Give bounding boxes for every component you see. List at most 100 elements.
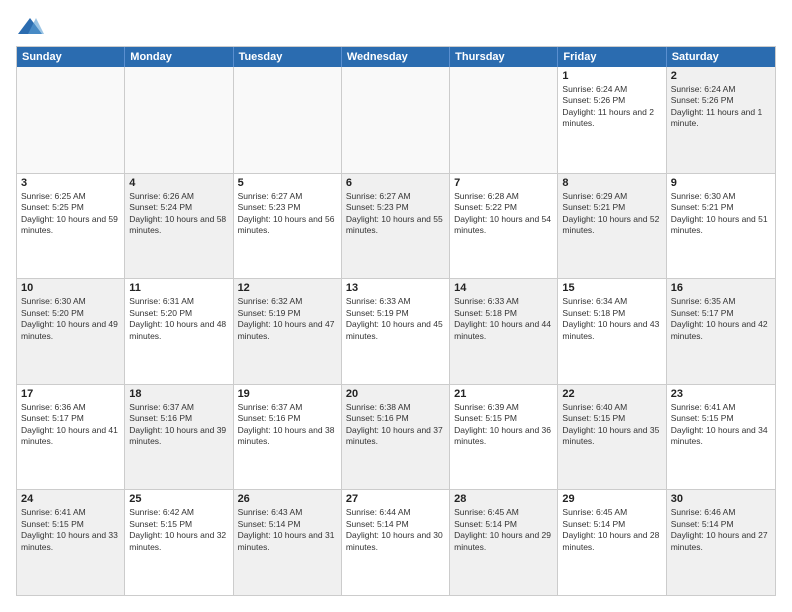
day-info: Sunrise: 6:42 AM Sunset: 5:15 PM Dayligh… [129, 507, 228, 553]
day-number: 19 [238, 388, 337, 400]
day-info: Sunrise: 6:40 AM Sunset: 5:15 PM Dayligh… [562, 402, 661, 448]
day-number: 28 [454, 493, 553, 505]
day-info: Sunrise: 6:33 AM Sunset: 5:18 PM Dayligh… [454, 296, 553, 342]
calendar-cell: 17 Sunrise: 6:36 AM Sunset: 5:17 PM Dayli… [17, 385, 125, 490]
day-info: Sunrise: 6:24 AM Sunset: 5:26 PM Dayligh… [671, 84, 771, 130]
calendar-cell: 26Sunrise: 6:43 AM Sunset: 5:14 PM Dayli… [234, 490, 342, 595]
day-info: Sunrise: 6:31 AM Sunset: 5:20 PM Dayligh… [129, 296, 228, 342]
calendar-cell: 7 Sunrise: 6:28 AM Sunset: 5:22 PM Daylig… [450, 174, 558, 279]
calendar-cell: 13 Sunrise: 6:33 AM Sunset: 5:19 PM Dayli… [342, 279, 450, 384]
day-number: 9 [671, 177, 771, 189]
day-number: 16 [671, 282, 771, 294]
calendar: SundayMondayTuesdayWednesdayThursdayFrid… [16, 46, 776, 596]
day-number: 29 [562, 493, 661, 505]
day-number: 30 [671, 493, 771, 505]
day-number: 3 [21, 177, 120, 189]
day-number: 27 [346, 493, 445, 505]
header-day-monday: Monday [125, 47, 233, 67]
header-day-sunday: Sunday [17, 47, 125, 67]
calendar-row-4: 17 Sunrise: 6:36 AM Sunset: 5:17 PM Dayli… [17, 384, 775, 490]
day-info: Sunrise: 6:45 AM Sunset: 5:14 PM Dayligh… [454, 507, 553, 553]
day-info: Sunrise: 6:41 AM Sunset: 5:15 PM Dayligh… [671, 402, 771, 448]
day-number: 13 [346, 282, 445, 294]
day-info: Sunrise: 6:27 AM Sunset: 5:23 PM Dayligh… [238, 191, 337, 237]
calendar-cell: 19 Sunrise: 6:37 AM Sunset: 5:16 PM Dayli… [234, 385, 342, 490]
calendar-row-5: 24Sunrise: 6:41 AM Sunset: 5:15 PM Dayli… [17, 489, 775, 595]
day-number: 6 [346, 177, 445, 189]
day-info: Sunrise: 6:30 AM Sunset: 5:20 PM Dayligh… [21, 296, 120, 342]
header-day-saturday: Saturday [667, 47, 775, 67]
day-info: Sunrise: 6:34 AM Sunset: 5:18 PM Dayligh… [562, 296, 661, 342]
calendar-cell: 16Sunrise: 6:35 AM Sunset: 5:17 PM Dayli… [667, 279, 775, 384]
day-info: Sunrise: 6:30 AM Sunset: 5:21 PM Dayligh… [671, 191, 771, 237]
day-info: Sunrise: 6:43 AM Sunset: 5:14 PM Dayligh… [238, 507, 337, 553]
calendar-cell: 18 Sunrise: 6:37 AM Sunset: 5:16 PM Dayli… [125, 385, 233, 490]
calendar-cell [234, 67, 342, 173]
header-day-wednesday: Wednesday [342, 47, 450, 67]
header-day-thursday: Thursday [450, 47, 558, 67]
day-number: 1 [562, 70, 661, 82]
day-info: Sunrise: 6:45 AM Sunset: 5:14 PM Dayligh… [562, 507, 661, 553]
calendar-cell: 24Sunrise: 6:41 AM Sunset: 5:15 PM Dayli… [17, 490, 125, 595]
calendar-cell: 9 Sunrise: 6:30 AM Sunset: 5:21 PM Daylig… [667, 174, 775, 279]
day-number: 22 [562, 388, 661, 400]
day-info: Sunrise: 6:44 AM Sunset: 5:14 PM Dayligh… [346, 507, 445, 553]
logo-icon [16, 16, 44, 36]
day-info: Sunrise: 6:38 AM Sunset: 5:16 PM Dayligh… [346, 402, 445, 448]
day-info: Sunrise: 6:32 AM Sunset: 5:19 PM Dayligh… [238, 296, 337, 342]
calendar-cell: 15 Sunrise: 6:34 AM Sunset: 5:18 PM Dayli… [558, 279, 666, 384]
calendar-cell: 2 Sunrise: 6:24 AM Sunset: 5:26 PM Daylig… [667, 67, 775, 173]
day-number: 2 [671, 70, 771, 82]
day-info: Sunrise: 6:37 AM Sunset: 5:16 PM Dayligh… [238, 402, 337, 448]
calendar-cell [450, 67, 558, 173]
day-info: Sunrise: 6:39 AM Sunset: 5:15 PM Dayligh… [454, 402, 553, 448]
day-number: 11 [129, 282, 228, 294]
calendar-cell: 12 Sunrise: 6:32 AM Sunset: 5:19 PM Dayli… [234, 279, 342, 384]
calendar-header: SundayMondayTuesdayWednesdayThursdayFrid… [17, 47, 775, 67]
header [16, 16, 776, 36]
calendar-cell: 1 Sunrise: 6:24 AM Sunset: 5:26 PM Daylig… [558, 67, 666, 173]
calendar-cell: 3Sunrise: 6:25 AM Sunset: 5:25 PM Daylig… [17, 174, 125, 279]
page: SundayMondayTuesdayWednesdayThursdayFrid… [0, 0, 792, 612]
calendar-cell: 28 Sunrise: 6:45 AM Sunset: 5:14 PM Dayli… [450, 490, 558, 595]
day-number: 7 [454, 177, 553, 189]
day-number: 25 [129, 493, 228, 505]
day-number: 20 [346, 388, 445, 400]
calendar-cell: 23 Sunrise: 6:41 AM Sunset: 5:15 PM Dayli… [667, 385, 775, 490]
day-number: 12 [238, 282, 337, 294]
day-number: 17 [21, 388, 120, 400]
calendar-cell: 22 Sunrise: 6:40 AM Sunset: 5:15 PM Dayli… [558, 385, 666, 490]
calendar-cell: 29 Sunrise: 6:45 AM Sunset: 5:14 PM Dayli… [558, 490, 666, 595]
calendar-cell: 30 Sunrise: 6:46 AM Sunset: 5:14 PM Dayli… [667, 490, 775, 595]
day-number: 15 [562, 282, 661, 294]
day-info: Sunrise: 6:24 AM Sunset: 5:26 PM Dayligh… [562, 84, 661, 130]
calendar-cell: 11 Sunrise: 6:31 AM Sunset: 5:20 PM Dayli… [125, 279, 233, 384]
day-number: 24 [21, 493, 120, 505]
calendar-cell [342, 67, 450, 173]
calendar-row-2: 3Sunrise: 6:25 AM Sunset: 5:25 PM Daylig… [17, 173, 775, 279]
day-info: Sunrise: 6:46 AM Sunset: 5:14 PM Dayligh… [671, 507, 771, 553]
day-number: 14 [454, 282, 553, 294]
calendar-cell: 6 Sunrise: 6:27 AM Sunset: 5:23 PM Daylig… [342, 174, 450, 279]
logo [16, 16, 48, 36]
calendar-cell: 21 Sunrise: 6:39 AM Sunset: 5:15 PM Dayli… [450, 385, 558, 490]
day-number: 21 [454, 388, 553, 400]
day-info: Sunrise: 6:36 AM Sunset: 5:17 PM Dayligh… [21, 402, 120, 448]
header-day-friday: Friday [558, 47, 666, 67]
day-number: 4 [129, 177, 228, 189]
day-info: Sunrise: 6:33 AM Sunset: 5:19 PM Dayligh… [346, 296, 445, 342]
day-number: 23 [671, 388, 771, 400]
day-number: 5 [238, 177, 337, 189]
header-day-tuesday: Tuesday [234, 47, 342, 67]
day-info: Sunrise: 6:37 AM Sunset: 5:16 PM Dayligh… [129, 402, 228, 448]
day-info: Sunrise: 6:27 AM Sunset: 5:23 PM Dayligh… [346, 191, 445, 237]
day-info: Sunrise: 6:28 AM Sunset: 5:22 PM Dayligh… [454, 191, 553, 237]
calendar-row-1: 1 Sunrise: 6:24 AM Sunset: 5:26 PM Daylig… [17, 67, 775, 173]
day-number: 18 [129, 388, 228, 400]
calendar-cell: 4Sunrise: 6:26 AM Sunset: 5:24 PM Daylig… [125, 174, 233, 279]
day-number: 10 [21, 282, 120, 294]
calendar-cell [17, 67, 125, 173]
calendar-cell: 27 Sunrise: 6:44 AM Sunset: 5:14 PM Dayli… [342, 490, 450, 595]
calendar-row-3: 10 Sunrise: 6:30 AM Sunset: 5:20 PM Dayli… [17, 278, 775, 384]
calendar-body: 1 Sunrise: 6:24 AM Sunset: 5:26 PM Daylig… [17, 67, 775, 595]
